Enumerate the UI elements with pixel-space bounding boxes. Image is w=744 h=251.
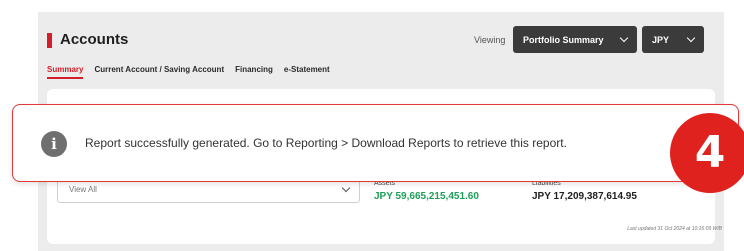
portfolio-select[interactable]: Portfolio Summary — [513, 26, 637, 53]
page-title: Accounts — [60, 31, 129, 48]
assets-value: JPY 59,665,215,451.60 — [374, 191, 479, 202]
success-toast: i Report successfully generated. Go to R… — [12, 104, 739, 182]
currency-select[interactable]: JPY — [642, 26, 704, 53]
account-filter-value: View All — [69, 185, 97, 194]
chevron-down-icon — [686, 33, 696, 43]
info-icon: i — [41, 131, 67, 157]
tab-e-statement[interactable]: e-Statement — [284, 65, 330, 79]
tab-summary[interactable]: Summary — [47, 65, 84, 79]
viewing-label: Viewing — [474, 35, 506, 45]
chevron-down-icon — [341, 183, 351, 193]
account-tabs: Summary Current Account / Saving Account… — [47, 65, 330, 79]
currency-select-value: JPY — [652, 34, 670, 45]
title-accent-bar — [47, 33, 52, 48]
portfolio-select-value: Portfolio Summary — [523, 34, 604, 45]
toast-message: Report successfully generated. Go to Rep… — [85, 136, 567, 150]
last-updated-text: Last updated 31 Oct 2024 at 10:16:09 WIB — [627, 226, 722, 232]
tab-current-account-saving-account[interactable]: Current Account / Saving Account — [94, 65, 224, 79]
tab-financing[interactable]: Financing — [235, 65, 273, 79]
screen: Accounts Viewing Portfolio Summary JPY S… — [0, 0, 744, 251]
liabilities-value: JPY 17,209,387,614.95 — [532, 191, 637, 202]
chevron-down-icon — [619, 33, 629, 43]
step-number-badge: 4 — [670, 113, 744, 193]
